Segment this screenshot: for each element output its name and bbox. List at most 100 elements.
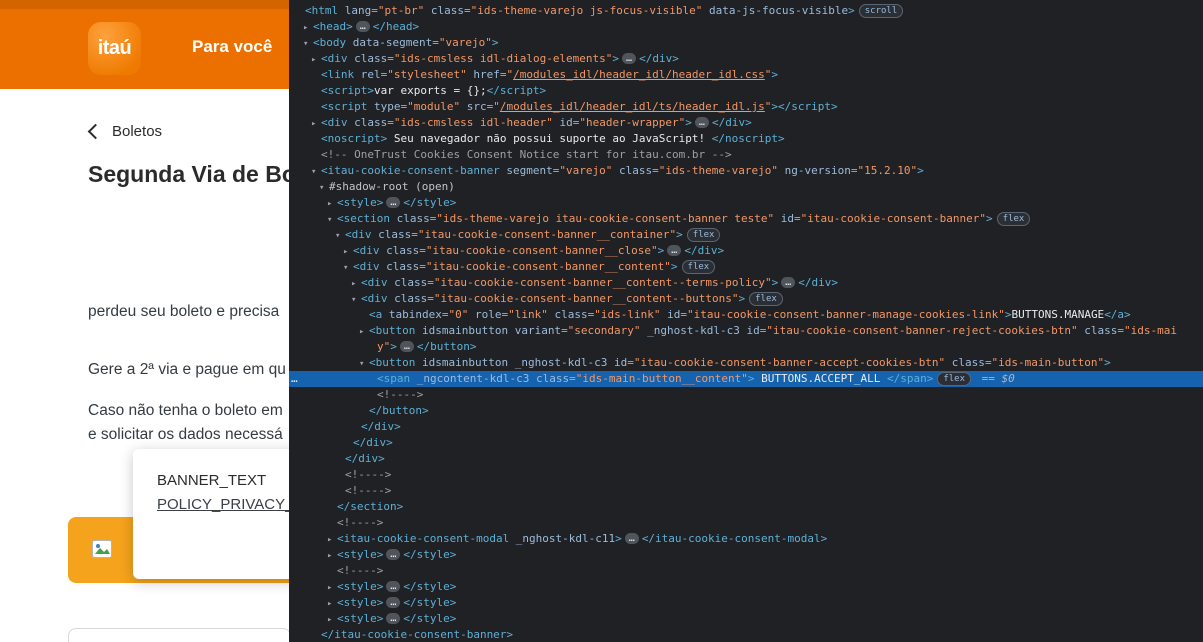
devtools-code-line[interactable]: ▸ <style>… </style> [289, 595, 1203, 611]
code-token: </head> [372, 20, 420, 33]
devtools-code-line[interactable]: <!----> [289, 563, 1203, 579]
code-token: <div [353, 260, 380, 273]
devtools-code-line[interactable]: <script type="module" src="/modules_idl/… [289, 99, 1203, 115]
devtools-code-line[interactable]: ▸ <div class="itau-cookie-consent-banner_… [289, 243, 1203, 259]
devtools-code-line[interactable]: <link rel="stylesheet" href="/modules_id… [289, 67, 1203, 83]
devtools-code-line[interactable]: </div> [289, 419, 1203, 435]
expand-inline-icon[interactable]: … [386, 581, 401, 592]
devtools-code-line[interactable]: </itau-cookie-consent-banner> [289, 627, 1203, 642]
devtools-code-line[interactable]: ▸ <div class="itau-cookie-consent-banner_… [289, 275, 1203, 291]
devtools-code-line[interactable]: ▸ <div class="ids-cmsless idl-dialog-elem… [289, 51, 1203, 67]
expand-arrow-icon[interactable]: ▸ [327, 548, 337, 564]
code-token: > [685, 116, 692, 129]
code-token: ="itau-cookie-consent-banner-manage-cook… [680, 308, 1005, 321]
expand-arrow-icon[interactable]: ▸ [327, 596, 337, 612]
resource-link[interactable]: /modules_idl/header_idl/ts/header_idl.js [500, 100, 765, 113]
collapse-arrow-icon[interactable]: ▾ [319, 180, 329, 196]
expand-arrow-icon[interactable]: ▸ [351, 276, 361, 292]
devtools-code-line[interactable]: ▾ #shadow-root (open) [289, 179, 1203, 195]
devtools-code-line[interactable]: <script>var exports = {};</script> [289, 83, 1203, 99]
devtools-code-line[interactable]: ▾ <section class="ids-theme-varejo itau-c… [289, 211, 1203, 227]
expand-inline-icon[interactable]: … [355, 21, 370, 32]
collapse-arrow-icon[interactable]: ▾ [311, 164, 321, 180]
devtools-code-line[interactable]: ▸ <style>… </style> [289, 195, 1203, 211]
devtools-code-line[interactable]: ▸ <itau-cookie-consent-modal _nghost-kdl-… [289, 531, 1203, 547]
collapse-arrow-icon[interactable]: ▾ [351, 292, 361, 308]
expand-arrow-icon[interactable]: ▸ [327, 612, 337, 628]
devtools-code-line[interactable]: </button> [289, 403, 1203, 419]
adorner-badge[interactable]: flex [937, 372, 972, 386]
code-token: class [945, 356, 985, 369]
code-token: ="ids-theme-varejo" [652, 164, 778, 177]
expand-inline-icon[interactable]: … [624, 533, 639, 544]
devtools-code-line[interactable]: ▾ <div class="itau-cookie-consent-banner_… [289, 259, 1203, 275]
expand-arrow-icon[interactable]: ▸ [343, 244, 353, 260]
expand-arrow-icon[interactable]: ▸ [327, 580, 337, 596]
devtools-code-line[interactable]: <!----> [289, 483, 1203, 499]
devtools-code-line[interactable]: </section> [289, 499, 1203, 515]
collapse-arrow-icon[interactable]: ▾ [335, 228, 345, 244]
devtools-code-line[interactable]: ▾ <div class="itau-cookie-consent-banner_… [289, 291, 1203, 307]
devtools-code-line[interactable]: ▾ <div class="itau-cookie-consent-banner_… [289, 227, 1203, 243]
devtools-code-line[interactable]: ▸ <style>… </style> [289, 547, 1203, 563]
expand-inline-icon[interactable]: … [386, 197, 401, 208]
devtools-code-line[interactable]: <a tabindex="0" role="link" class="ids-l… [289, 307, 1203, 323]
devtools-code-line[interactable]: <!-- OneTrust Cookies Consent Notice sta… [289, 147, 1203, 163]
devtools-selected-node[interactable]: … <span _ngcontent-kdl-c3 class="ids-main… [289, 371, 1203, 387]
expand-inline-icon[interactable]: … [399, 341, 414, 352]
devtools-code-line[interactable]: ▸ <div class="ids-cmsless idl-header" id=… [289, 115, 1203, 131]
code-token: > [848, 4, 855, 17]
expand-inline-icon[interactable]: … [781, 277, 796, 288]
expand-inline-icon[interactable]: … [386, 597, 401, 608]
expand-inline-icon[interactable]: … [694, 117, 709, 128]
code-token: class [387, 276, 428, 289]
devtools-code-line[interactable]: ▾ <itau-cookie-consent-banner segment="va… [289, 163, 1203, 179]
code-token: ="header-wrapper" [572, 116, 686, 129]
devtools-code-line[interactable]: y">… </button> [289, 339, 1203, 355]
itau-logo[interactable]: itaú [88, 22, 141, 75]
code-token: idsmainbutton [415, 324, 509, 337]
expand-inline-icon[interactable]: … [667, 245, 682, 256]
collapse-arrow-icon[interactable]: ▾ [303, 36, 313, 52]
devtools-code-line[interactable]: </div> [289, 451, 1203, 467]
expand-arrow-icon[interactable]: ▸ [311, 52, 321, 68]
devtools-code-line[interactable]: ▸ <head>… </head> [289, 19, 1203, 35]
adorner-badge[interactable]: flex [996, 212, 1031, 226]
devtools-code-line[interactable]: <!----> [289, 387, 1203, 403]
expand-arrow-icon[interactable]: ▸ [303, 20, 313, 36]
expand-arrow-icon[interactable]: ▸ [327, 196, 337, 212]
collapse-arrow-icon[interactable]: ▾ [359, 356, 369, 372]
devtools-code-line[interactable]: </div> [289, 435, 1203, 451]
collapse-arrow-icon[interactable]: ▾ [343, 260, 353, 276]
expand-arrow-icon[interactable]: ▸ [327, 532, 337, 548]
expand-inline-icon[interactable]: … [386, 549, 401, 560]
resource-link[interactable]: /modules_idl/header_idl/header_idl.css [513, 68, 765, 81]
devtools-code-line[interactable]: ▸ <style>… </style> [289, 579, 1203, 595]
devtools-code-line[interactable]: <html lang="pt-br" class="ids-theme-vare… [289, 3, 1203, 19]
devtools-code-line[interactable]: <!----> [289, 467, 1203, 483]
devtools-code-line[interactable]: ▸ <button idsmainbutton variant="secondar… [289, 323, 1203, 339]
nav-para-voce[interactable]: Para você [192, 37, 272, 57]
back-link[interactable]: Boletos [87, 123, 162, 140]
adorner-badge[interactable]: flex [681, 260, 716, 274]
code-token: variant [508, 324, 562, 337]
code-token: class [387, 292, 428, 305]
adorner-badge[interactable]: scroll [858, 4, 904, 18]
devtools-code-line[interactable]: ▾ <body data-segment="varejo"> [289, 35, 1203, 51]
expand-arrow-icon[interactable]: ▸ [311, 116, 321, 132]
node-more-actions-icon[interactable]: … [291, 371, 298, 387]
code-token: ="ids-mai [1117, 324, 1178, 337]
adorner-badge[interactable]: flex [686, 228, 721, 242]
adorner-badge[interactable]: flex [749, 292, 783, 306]
code-token: </div> [798, 276, 839, 289]
collapse-arrow-icon[interactable]: ▾ [327, 212, 337, 228]
code-token: <div [345, 228, 372, 241]
expand-arrow-icon[interactable]: ▸ [359, 324, 369, 340]
devtools-code-line[interactable]: ▸ <style>… </style> [289, 611, 1203, 627]
devtools-code-line[interactable]: <noscript> Seu navegador não possui supo… [289, 131, 1203, 147]
devtools-code-line[interactable]: ▾ <button idsmainbutton _nghost-kdl-c3 id… [289, 355, 1203, 371]
privacy-policy-link[interactable]: POLICY_PRIVACY_ [157, 496, 289, 513]
expand-inline-icon[interactable]: … [386, 613, 401, 624]
devtools-code-line[interactable]: <!----> [289, 515, 1203, 531]
expand-inline-icon[interactable]: … [622, 53, 637, 64]
